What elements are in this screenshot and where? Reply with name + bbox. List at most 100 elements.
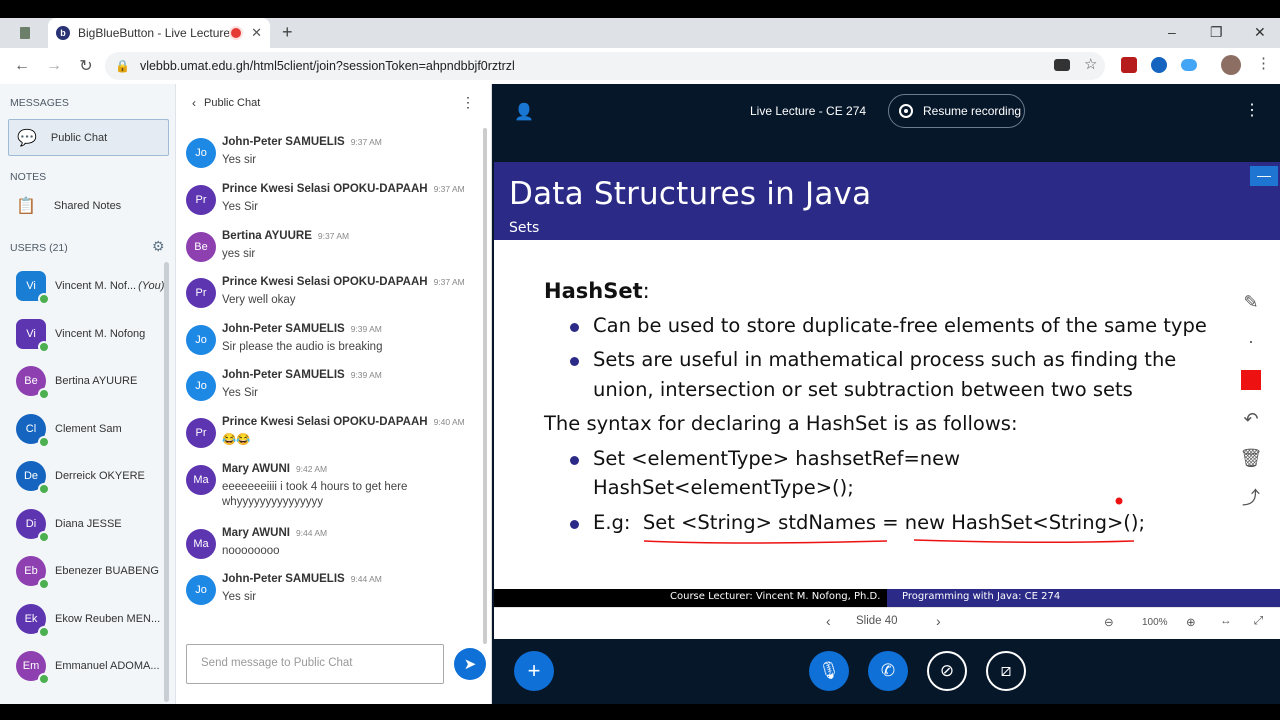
chat-input[interactable]: Send message to Public Chat	[186, 644, 444, 684]
avatar: Jo	[186, 325, 216, 355]
chat-message: Pr Prince Kwesi Selasi OPOKU-DAPAAH 9:37 A…	[186, 183, 476, 227]
message-time: 9:39 AM	[350, 324, 382, 334]
video-off-button[interactable]: ⊘	[927, 651, 967, 691]
sender-name: Prince Kwesi Selasi OPOKU-DAPAAH	[222, 183, 428, 195]
avatar: Em	[16, 651, 50, 685]
user-list-item[interactable]: Di Diana JESSE	[16, 508, 166, 543]
user-list-item[interactable]: Vi Vincent M. Nofong	[16, 318, 166, 353]
mic-status-icon	[38, 625, 50, 638]
user-list-item[interactable]: Be Bertina AYUURE	[16, 365, 166, 400]
zoom-in-icon[interactable]: ⊕	[1186, 615, 1196, 629]
chat-scrollbar[interactable]	[483, 128, 487, 644]
back-icon[interactable]: ←	[8, 57, 36, 75]
user-list-item[interactable]: Eb Ebenezer BUABENG	[16, 555, 166, 590]
sender-name: Prince Kwesi Selasi OPOKU-DAPAAH	[222, 276, 428, 288]
address-bar[interactable]: 🔒 vlebbb.umat.edu.gh/html5client/join?se…	[105, 52, 1105, 80]
next-slide-icon[interactable]: ›	[936, 613, 941, 629]
chat-options-icon[interactable]: ⋮	[461, 94, 475, 111]
thickness-tool-icon[interactable]: ·	[1234, 324, 1268, 358]
avatar: Pr	[186, 418, 216, 448]
chat-messages: PrYes SirJoJohn-Peter SAMUELIS9:37 AMYes…	[176, 126, 486, 636]
undo-icon[interactable]: ↶	[1234, 402, 1268, 436]
pencil-tool-icon[interactable]: ✎	[1234, 285, 1268, 319]
user-name: Bertina AYUURE	[55, 375, 138, 387]
slide-heading: HashSet:	[544, 277, 1207, 307]
user-list-item[interactable]: Cl Clement Sam	[16, 413, 166, 448]
phone-icon: ✆	[880, 661, 896, 680]
actions-plus-button[interactable]: +	[514, 651, 554, 691]
options-menu-icon[interactable]: ⋮	[1244, 100, 1260, 120]
sender-name: Mary AWUNI	[222, 527, 290, 539]
close-tab-icon[interactable]: ✕	[251, 25, 262, 41]
forward-icon[interactable]: →	[40, 57, 68, 75]
browser-chrome: b BigBlueButton - Live Lecture ✕ + – ❐ ✕…	[0, 18, 1280, 84]
chat-message: Jo John-Peter SAMUELIS 9:37 AM Yes sir	[186, 136, 476, 180]
browser-tab[interactable]: b BigBlueButton - Live Lecture ✕	[48, 18, 270, 48]
user-list-item[interactable]: Vi Vincent M. Nof... (You)	[16, 270, 166, 305]
slide-bullet-cont: union, intersection or set subtraction b…	[593, 377, 1133, 401]
screenshare-off-button[interactable]: ⧄	[986, 651, 1026, 691]
send-button[interactable]: ➤	[454, 648, 486, 680]
message-text: 😂😂	[222, 434, 251, 446]
message-text: Very well okay	[222, 294, 296, 306]
extension-icon[interactable]	[1151, 57, 1167, 73]
sender-name: Bertina AYUURE	[222, 230, 312, 242]
close-window-icon[interactable]: ✕	[1254, 24, 1266, 41]
minimize-presentation-button[interactable]: —	[1250, 166, 1278, 186]
camera-indicator-icon[interactable]	[1054, 59, 1070, 71]
microphone-button[interactable]: 🎙	[809, 651, 849, 691]
reload-icon[interactable]: ↻	[72, 56, 100, 76]
pdf-extension-icon[interactable]	[1121, 57, 1137, 73]
user-name: Ekow Reuben MEN...	[55, 612, 161, 625]
color-tool[interactable]	[1234, 363, 1268, 397]
avatar: Eb	[16, 556, 50, 590]
chevron-left-icon: ‹	[192, 96, 196, 110]
chat-message: Jo John-Peter SAMUELIS 9:39 AM Sir please t…	[186, 323, 476, 367]
chat-message: Pr Prince Kwesi Selasi OPOKU-DAPAAH 9:37 A…	[186, 276, 476, 320]
profile-avatar[interactable]	[1221, 55, 1241, 75]
user-list-panel: MESSAGES 💬 Public Chat NOTES 📋 Shared No…	[0, 84, 176, 704]
public-chat-button[interactable]: 💬 Public Chat	[8, 119, 169, 156]
chat-back-button[interactable]: ‹ Public Chat	[192, 96, 260, 110]
user-list-item[interactable]: Em Emmanuel ADOMA...	[16, 650, 166, 685]
message-sender: Prince Kwesi Selasi OPOKU-DAPAAH 9:40 AM	[222, 416, 465, 428]
slide-bullet: Can be used to store duplicate-free elem…	[544, 311, 1207, 341]
user-list-item[interactable]: De Derreick OKYERE	[16, 460, 166, 495]
multi-user-whiteboard-icon[interactable]: ⤴	[1234, 480, 1268, 514]
sender-name: Prince Kwesi Selasi OPOKU-DAPAAH	[222, 416, 428, 428]
restore-icon[interactable]: ❐	[1210, 24, 1223, 41]
fit-width-icon[interactable]: ↔	[1220, 615, 1232, 627]
annotation-toolbar: ✎ · ↶ 🗑 ⤴	[1234, 285, 1268, 519]
shared-notes-label: Shared Notes	[53, 200, 122, 212]
clear-trash-icon[interactable]: 🗑	[1234, 441, 1268, 475]
user-list-item[interactable]: Ek Ekow Reuben MEN...	[16, 603, 166, 638]
avatar: Vi	[16, 318, 50, 353]
mic-status-icon	[38, 340, 50, 353]
zoom-out-icon[interactable]: ⊖	[1104, 615, 1114, 629]
user-name: Ebenezer BUABENG	[55, 565, 159, 577]
resume-recording-button[interactable]: Resume recording	[888, 94, 1025, 128]
cloud-extension-icon[interactable]	[1181, 59, 1197, 71]
new-tab-icon[interactable]: +	[282, 22, 293, 43]
previous-slide-icon[interactable]: ‹	[826, 613, 831, 629]
message-text: yes sir	[222, 248, 256, 260]
user-settings-gear-icon[interactable]: ⚙	[152, 238, 165, 255]
chat-title: Public Chat	[204, 97, 261, 109]
screen-share-off-icon: ⧄	[1000, 661, 1012, 680]
browser-menu-icon[interactable]: ⋮	[1256, 54, 1271, 72]
user-list-scrollbar[interactable]	[164, 262, 169, 702]
slide-selector[interactable]: Slide 40	[856, 615, 898, 627]
star-icon[interactable]: ☆	[1084, 55, 1097, 73]
mic-status-icon	[38, 578, 50, 590]
message-sender: John-Peter SAMUELIS 9:39 AM	[222, 323, 382, 335]
shared-notes-button[interactable]: 📋 Shared Notes	[16, 196, 121, 216]
fullscreen-icon[interactable]: ⤢	[1254, 615, 1263, 628]
microphone-icon: 🎙	[818, 661, 840, 680]
minimize-icon[interactable]: –	[1168, 24, 1176, 40]
mic-status-icon	[38, 435, 50, 448]
slide-footer-left: Course Lecturer: Vincent M. Nofong, Ph.D…	[670, 591, 881, 602]
audio-phone-button[interactable]: ✆	[868, 651, 908, 691]
mic-status-icon	[38, 293, 50, 305]
message-sender: John-Peter SAMUELIS 9:44 AM	[222, 573, 382, 585]
user-icon[interactable]: 👤	[514, 102, 534, 122]
